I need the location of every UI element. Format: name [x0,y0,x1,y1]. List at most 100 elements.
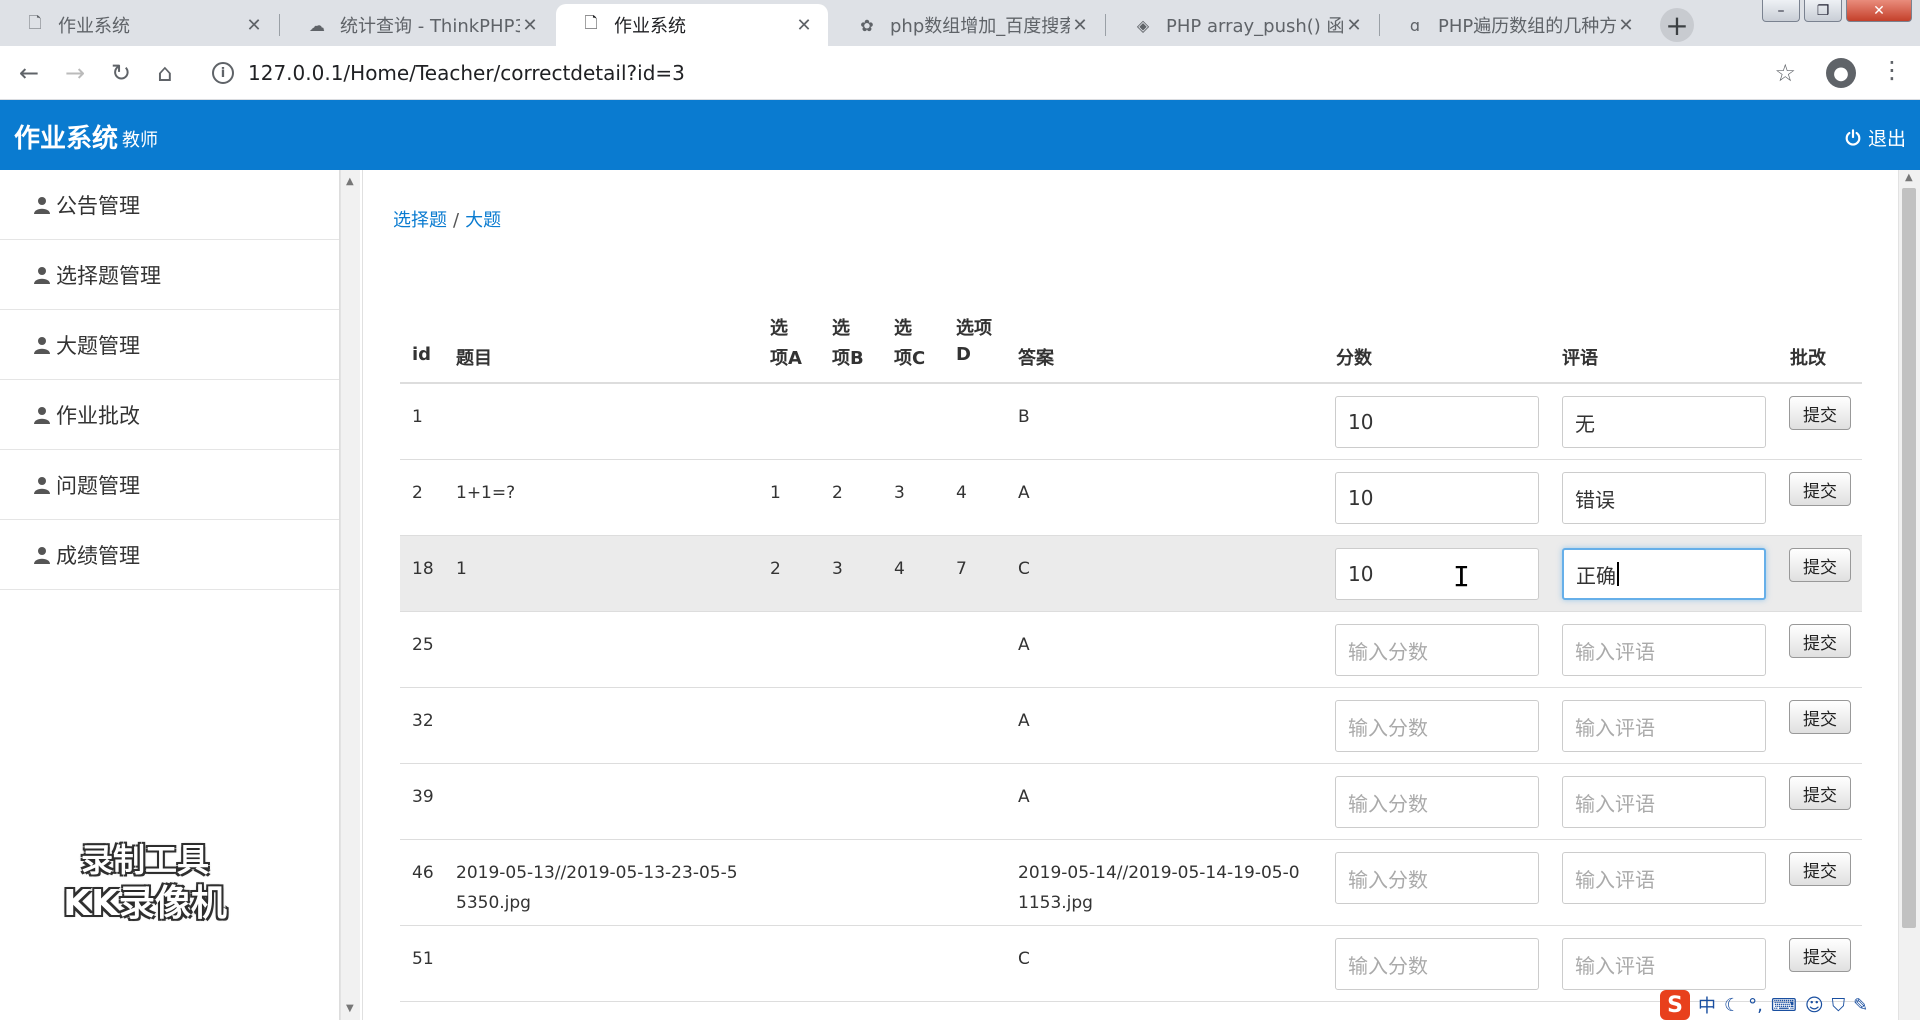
score-input[interactable]: 10 [1335,472,1539,524]
table-row: 2 1+1=? 1 2 3 4 A 10 错误 提交 [400,460,1862,536]
maximize-button[interactable]: ❐ [1804,0,1842,22]
sidebar-item-label: 选择题管理 [56,263,161,288]
breadcrumb-link-essay[interactable]: 大题 [465,210,501,231]
account-icon[interactable]: ● [1826,58,1856,88]
bookmark-star-icon[interactable]: ☆ [1774,59,1796,87]
tab-title: 作业系统 [58,16,130,37]
tab-separator [279,14,280,36]
app-header: 作业系统 教师 退出 [0,100,1920,170]
punct-icon[interactable]: °, [1748,995,1763,1016]
browser-tab[interactable]: ☁ 统计查询 - ThinkPHP3. ✕ [282,4,554,46]
main-scrollbar[interactable]: ▲ [1898,170,1920,1020]
score-input[interactable]: 输入分数 [1335,624,1539,676]
tab-close-icon[interactable]: ✕ [244,15,264,36]
cell-id: 51 [412,949,434,969]
submit-button[interactable]: 提交 [1789,548,1851,582]
close-window-button[interactable]: ✕ [1846,0,1912,22]
cell-answer: C [1018,949,1030,969]
col-action: 批改 [1790,348,1826,369]
cell-id: 46 [412,863,434,883]
comment-input[interactable]: 正确 [1562,548,1766,600]
col-score: 分数 [1336,348,1372,369]
cell-option-c: 3 [894,483,905,503]
moon-icon[interactable]: ☾ [1724,995,1740,1016]
submit-button[interactable]: 提交 [1789,472,1851,506]
tab-close-icon[interactable]: ✕ [1070,15,1090,36]
sidebar-item-label: 大题管理 [56,333,140,358]
browser-tab[interactable]: ɑ PHP遍历数组的几种方 ✕ [1380,4,1650,46]
tab-close-icon[interactable]: ✕ [1344,15,1364,36]
submit-button[interactable]: 提交 [1789,624,1851,658]
submit-button[interactable]: 提交 [1789,776,1851,810]
user-tray-icon[interactable]: ☺ [1805,995,1824,1016]
submit-button[interactable]: 提交 [1789,852,1851,886]
keyboard-icon[interactable]: ⌨ [1771,995,1797,1016]
cell-id: 18 [412,559,434,579]
submit-button[interactable]: 提交 [1789,396,1851,430]
cell-answer: 2019-05-14//2019-05-14-19-05-01153.jpg [1018,863,1300,913]
comment-input[interactable]: 输入评语 [1562,852,1766,904]
tab-title: 作业系统 [614,16,686,37]
new-tab-button[interactable]: + [1660,8,1694,42]
col-option-d-line2: D [956,344,971,365]
url-text[interactable]: 127.0.0.1/Home/Teacher/correctdetail?id=… [248,61,685,85]
tab-close-icon[interactable]: ✕ [794,15,814,36]
reload-icon[interactable]: ↻ [104,56,138,90]
submit-button[interactable]: 提交 [1789,700,1851,734]
home-icon[interactable]: ⌂ [148,56,182,90]
score-input[interactable]: 10 [1335,396,1539,448]
tab-close-icon[interactable]: ✕ [1616,15,1636,36]
browser-toolbar: ← → ↻ ⌂ i 127.0.0.1/Home/Teacher/correct… [0,46,1920,100]
logout-link[interactable]: 退出 [1844,124,1906,151]
score-input[interactable]: 输入分数 [1335,938,1539,990]
logout-label: 退出 [1867,128,1906,150]
wrench-icon[interactable]: ✎ [1853,995,1868,1016]
site-info-icon[interactable]: i [212,62,234,84]
forward-icon[interactable]: → [58,56,92,90]
table-row: 46 2019-05-13//2019-05-13-23-05-55350.jpg… [400,840,1862,926]
sidebar-item[interactable]: 大题管理 [0,310,339,380]
browser-tab[interactable]: 🗋 作业系统 ✕ [556,4,828,46]
tab-close-icon[interactable]: ✕ [520,15,540,36]
browser-tab[interactable]: 🗋 作业系统 ✕ [0,4,278,46]
browser-menu-icon[interactable]: ⋮ [1880,56,1904,84]
app-brand[interactable]: 作业系统 [14,118,118,155]
breadcrumb-link-choice[interactable]: 选择题 [393,210,447,231]
minimize-button[interactable]: – [1762,0,1800,22]
scroll-thumb[interactable] [1902,188,1916,928]
score-input[interactable]: 输入分数 [1335,852,1539,904]
score-input[interactable]: 输入分数 [1335,700,1539,752]
browser-tab[interactable]: ✿ php数组增加_百度搜索 ✕ [832,4,1104,46]
ime-mode[interactable]: 中 [1698,992,1716,1018]
sidebar-item[interactable]: 成绩管理 [0,520,339,590]
sogou-ime-icon[interactable]: S [1660,990,1690,1020]
breadcrumb: 选择题 / 大题 [393,210,502,231]
comment-input[interactable]: 无 [1562,396,1766,448]
submit-button[interactable]: 提交 [1789,938,1851,972]
cell-question: 1 [456,559,467,579]
comment-input[interactable]: 输入评语 [1562,938,1766,990]
col-option-c-line1: 选 [894,318,912,339]
back-icon[interactable]: ← [12,56,46,90]
sidebar-scrollbar[interactable]: ▲ ▼ [340,170,360,1020]
window-controls: – ❐ ✕ [1762,0,1912,22]
score-input[interactable]: 10 [1335,548,1539,600]
power-icon [1845,128,1861,146]
address-bar[interactable]: i 127.0.0.1/Home/Teacher/correctdetail?i… [196,52,1806,94]
col-comment: 评语 [1562,348,1598,369]
user-icon [34,266,50,284]
browser-tab[interactable]: ◈ PHP array_push() 函数 ✕ [1108,4,1378,46]
col-answer: 答案 [1018,348,1054,369]
user-icon [34,546,50,564]
comment-input[interactable]: 输入评语 [1562,776,1766,828]
sidebar-item[interactable]: 选择题管理 [0,240,339,310]
table-row: 25 A 输入分数 输入评语 提交 [400,612,1862,688]
sidebar-item[interactable]: 公告管理 [0,170,339,240]
sidebar-item[interactable]: 作业批改 [0,380,339,450]
shirt-icon[interactable]: ⛉ [1832,995,1846,1016]
comment-input[interactable]: 错误 [1562,472,1766,524]
comment-input[interactable]: 输入评语 [1562,700,1766,752]
sidebar-item[interactable]: 问题管理 [0,450,339,520]
score-input[interactable]: 输入分数 [1335,776,1539,828]
comment-input[interactable]: 输入评语 [1562,624,1766,676]
